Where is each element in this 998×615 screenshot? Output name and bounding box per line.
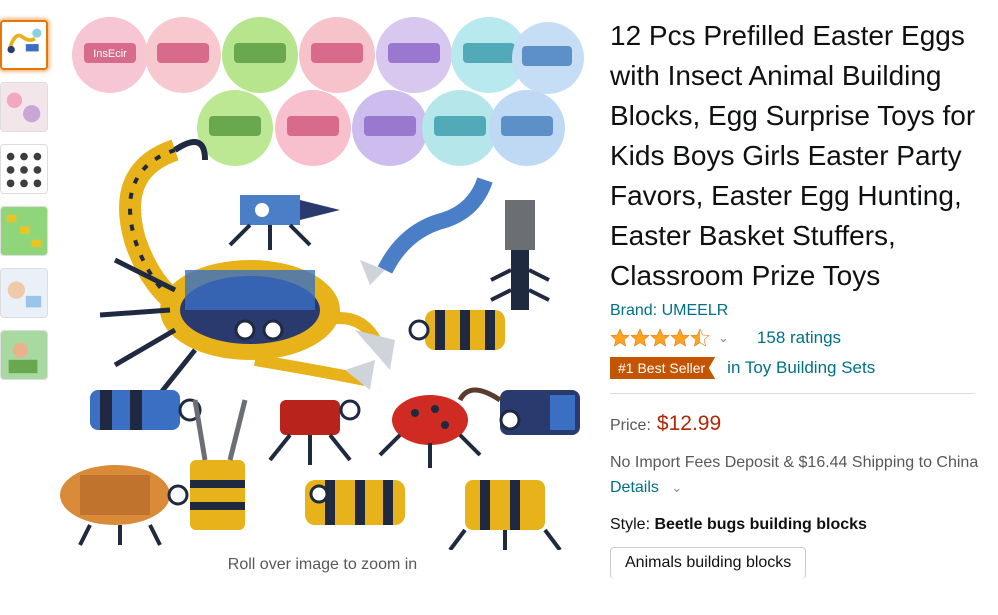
price-label: Price:: [610, 417, 651, 434]
thumbnail-1[interactable]: [0, 20, 48, 70]
rating-row: ⌄ 158 ratings: [610, 325, 980, 351]
thumbnail-6[interactable]: [0, 330, 48, 380]
star-rating[interactable]: [610, 328, 710, 348]
chevron-down-icon[interactable]: ⌄: [671, 480, 682, 495]
shipping-info: No Import Fees Deposit & $16.44 Shipping…: [610, 450, 980, 500]
star-full-icon: [610, 328, 630, 347]
details-link[interactable]: Details: [610, 479, 659, 496]
egg-label: InsEcir: [93, 48, 127, 60]
star-full-icon: [670, 328, 690, 347]
product-title: 12 Pcs Prefilled Easter Eggs with Insect…: [610, 20, 976, 291]
price-row: Price: $12.99: [610, 412, 980, 436]
divider: [610, 393, 975, 394]
category-link[interactable]: in Toy Building Sets: [727, 358, 875, 378]
chevron-down-icon[interactable]: ⌄: [718, 330, 729, 346]
star-half-icon: [690, 328, 710, 347]
style-option-button[interactable]: Animals building blocks: [610, 547, 807, 579]
star-full-icon: [630, 328, 650, 347]
thumbnail-5[interactable]: [0, 268, 48, 318]
best-seller-row: #1 Best Seller in Toy Building Sets: [610, 357, 980, 379]
style-row: Style: Beetle bugs building blocks: [610, 516, 980, 534]
thumbnail-4[interactable]: [0, 206, 48, 256]
brand-link[interactable]: Brand: UMEELR: [610, 302, 980, 320]
zoom-hint: Roll over image to zoom in: [227, 556, 418, 573]
thumbnail-2[interactable]: [0, 82, 48, 132]
thumbnail-3[interactable]: [0, 144, 48, 194]
best-seller-badge[interactable]: #1 Best Seller: [610, 357, 716, 379]
style-label: Style:: [610, 516, 651, 533]
star-full-icon: [650, 328, 670, 347]
style-value: Beetle bugs building blocks: [654, 516, 867, 533]
product-main-image[interactable]: InsEcir: [55, 10, 590, 552]
egg-capsules: InsEcir: [72, 17, 584, 166]
price-value: $12.99: [656, 412, 722, 435]
shipping-text: No Import Fees Deposit & $16.44 Shipping…: [610, 454, 979, 471]
ratings-count-link[interactable]: 158 ratings: [757, 328, 841, 348]
product-info: 12 Pcs Prefilled Easter Eggs with Insect…: [610, 16, 980, 579]
thumbnail-list: [0, 20, 52, 392]
scorpion-model: [99, 139, 395, 402]
